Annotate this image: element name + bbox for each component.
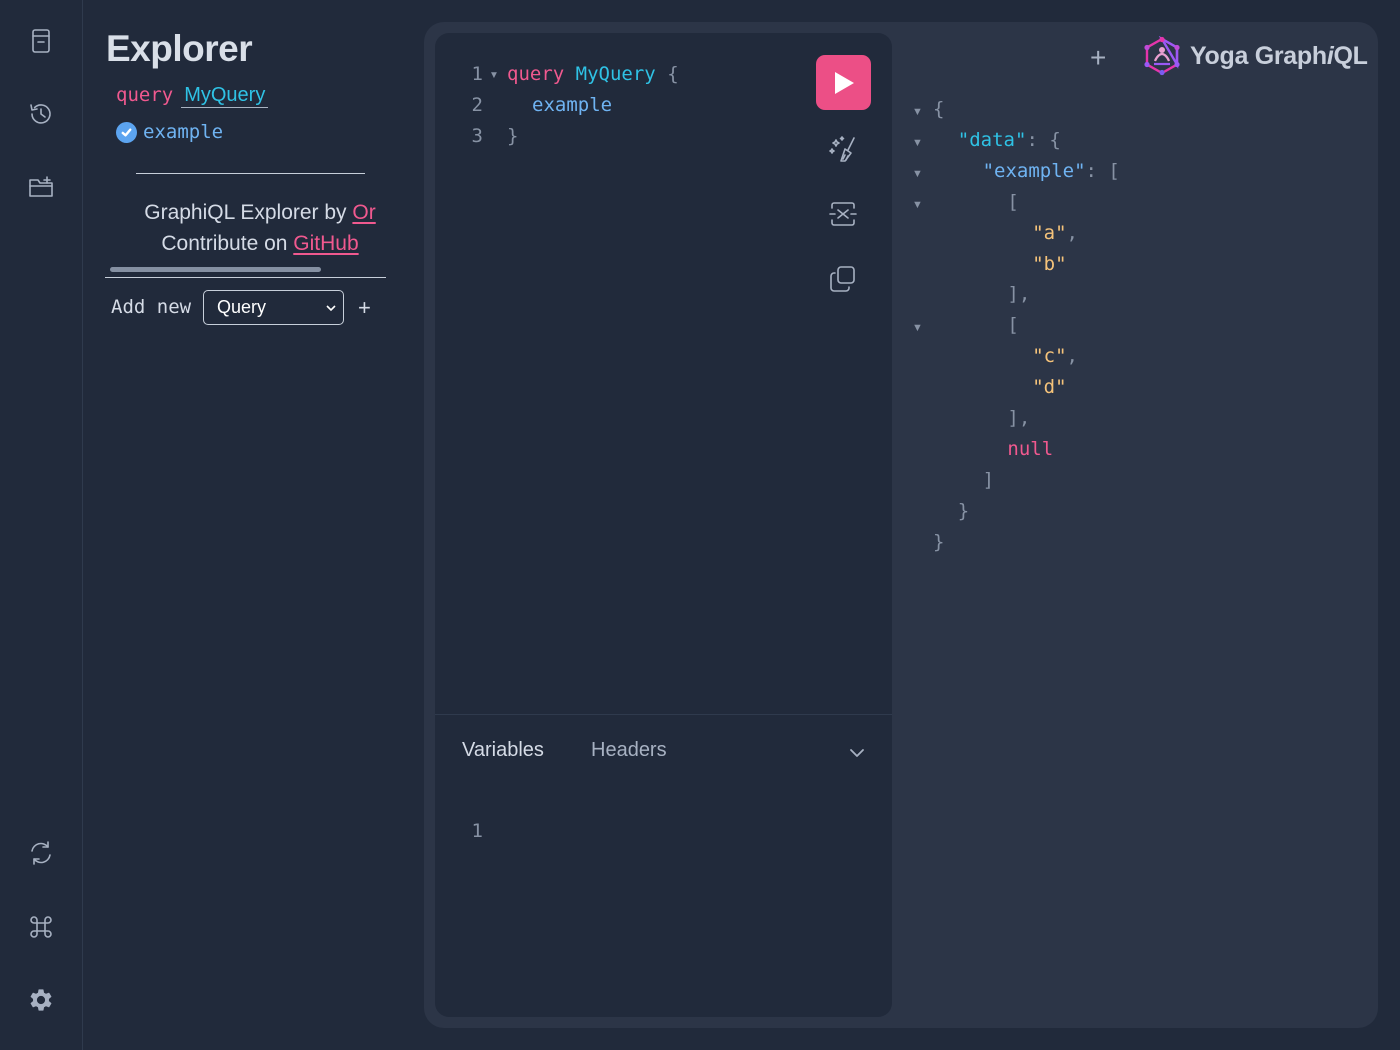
json-line: "b" xyxy=(1032,252,1067,275)
explorer-field-example[interactable]: example xyxy=(116,121,223,143)
add-tab-button[interactable]: + xyxy=(1090,42,1106,74)
toggle-variables-button[interactable] xyxy=(845,741,869,765)
code-brace: { xyxy=(667,63,679,85)
json-line: ] xyxy=(982,468,995,491)
play-icon xyxy=(834,71,854,94)
copy-icon xyxy=(830,266,855,292)
merge-fragments-icon xyxy=(829,202,857,226)
sidebar-rail xyxy=(0,0,83,1050)
divider xyxy=(136,173,365,174)
session-panel: 1 ▼ query MyQuery { 2 example 3 } Variab… xyxy=(424,22,1378,1028)
operation-name-input[interactable]: MyQuery xyxy=(181,84,269,108)
json-line: [ xyxy=(1007,314,1019,337)
prettify-icon xyxy=(829,136,855,162)
line-number: 2 xyxy=(471,94,483,116)
chevron-down-icon xyxy=(850,749,864,757)
fold-arrow-icon[interactable]: ▼ xyxy=(912,137,923,149)
run-button[interactable] xyxy=(816,55,871,110)
editor-divider xyxy=(435,714,892,715)
json-line: "example": [ xyxy=(982,159,1120,182)
operation-header: query MyQuery xyxy=(116,84,269,108)
add-operation-button[interactable]: + xyxy=(358,295,371,321)
settings-icon[interactable] xyxy=(25,984,57,1016)
fold-arrow-icon[interactable]: ▼ xyxy=(489,70,499,81)
json-line: "d" xyxy=(1032,376,1067,399)
merge-fragments-button[interactable] xyxy=(825,196,861,232)
add-new-label: Add new xyxy=(111,296,192,318)
json-line: null xyxy=(1007,437,1054,460)
github-link[interactable]: GitHub xyxy=(293,232,358,255)
fold-arrow-icon[interactable]: ▼ xyxy=(912,199,923,211)
logo-text: Yoga GraphiQL xyxy=(1190,41,1368,70)
fold-arrow-icon[interactable]: ▼ xyxy=(912,168,923,180)
documentation-icon[interactable] xyxy=(25,25,57,57)
line-number: 3 xyxy=(471,125,483,147)
code-field: example xyxy=(532,94,613,116)
tab-headers[interactable]: Headers xyxy=(591,739,667,762)
operation-type-select[interactable]: Query xyxy=(203,290,344,325)
select-value: Query xyxy=(217,297,267,317)
code-line-1: query MyQuery { xyxy=(507,63,679,85)
tab-variables[interactable]: Variables xyxy=(462,739,544,762)
json-line: } xyxy=(957,499,970,522)
chevron-down-icon xyxy=(326,305,336,312)
code-line-3: } xyxy=(507,125,518,147)
yoga-logo-icon xyxy=(1144,36,1180,76)
fold-arrow-icon[interactable]: ▼ xyxy=(912,322,923,334)
query-editor[interactable]: 1 ▼ query MyQuery { 2 example 3 } Variab… xyxy=(435,33,892,1017)
json-line: "a", xyxy=(1032,221,1078,244)
result-pane[interactable]: + Yoga GraphiQL ▼ { ▼ "data": { ▼ "example": … xyxy=(903,22,1378,1028)
checked-icon[interactable] xyxy=(116,121,137,143)
field-name: example xyxy=(143,121,224,143)
horizontal-scrollbar[interactable] xyxy=(110,267,321,272)
prettify-button[interactable] xyxy=(825,131,861,167)
explorer-credits: GraphiQL Explorer by Or Contribute on Gi… xyxy=(135,197,385,259)
explorer-panel: Explorer query MyQuery example GraphiQL E… xyxy=(83,0,423,1050)
code-operation-name: MyQuery xyxy=(575,63,656,85)
credits-author-link[interactable]: Or xyxy=(352,201,375,224)
json-line: } xyxy=(933,530,945,553)
shortcuts-icon[interactable] xyxy=(25,911,57,943)
contribute-text: Contribute on xyxy=(161,232,294,255)
refetch-schema-icon[interactable] xyxy=(25,837,57,869)
json-line: { xyxy=(933,98,945,120)
code-keyword: query xyxy=(507,63,565,85)
code-line-2: example xyxy=(532,94,612,116)
copy-query-button[interactable] xyxy=(825,261,861,297)
fold-arrow-icon[interactable]: ▼ xyxy=(912,106,923,118)
explorer-folder-icon[interactable] xyxy=(25,171,57,203)
json-line: [ xyxy=(1007,190,1019,213)
divider xyxy=(105,277,386,278)
json-line: ], xyxy=(1007,407,1031,429)
credits-text: GraphiQL Explorer by xyxy=(144,201,353,224)
json-line: "c", xyxy=(1032,345,1078,368)
json-line: ], xyxy=(1007,283,1031,306)
yoga-graphiql-logo: Yoga GraphiQL xyxy=(1143,36,1368,76)
json-line: "data": { xyxy=(957,128,1061,151)
history-icon[interactable] xyxy=(25,98,57,130)
line-number: 1 xyxy=(471,820,483,842)
code-brace: } xyxy=(507,125,519,147)
explorer-title: Explorer xyxy=(106,28,253,69)
operation-keyword: query xyxy=(116,84,174,106)
line-number: 1 xyxy=(471,63,483,85)
